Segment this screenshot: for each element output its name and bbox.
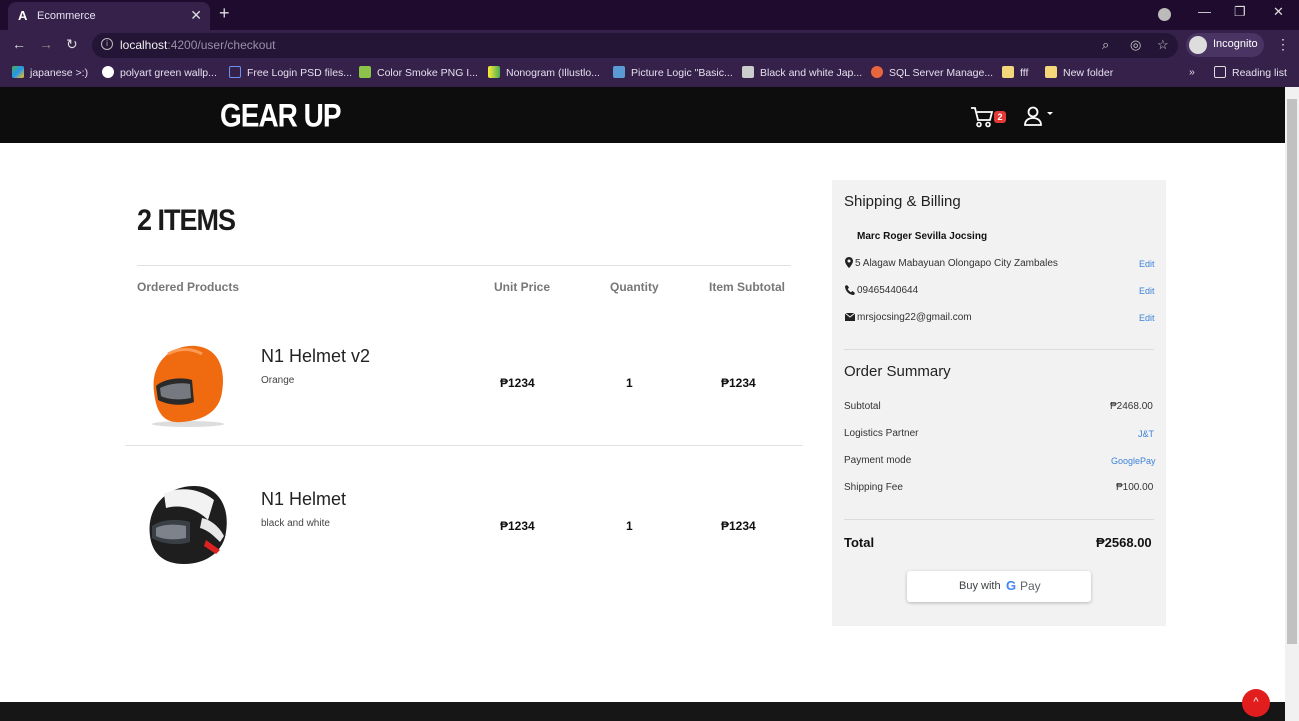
bookmark-item[interactable]: Black and white Jap... [742, 66, 862, 79]
bookmark-star-icon[interactable]: ☆ [1157, 37, 1169, 53]
incognito-label: Incognito [1213, 38, 1258, 50]
window-close-icon[interactable]: ✕ [1273, 4, 1284, 20]
site-header: GEAR UP 2 [0, 87, 1285, 143]
reading-list-button[interactable]: Reading list [1214, 66, 1287, 79]
edit-phone-link[interactable]: Edit [1139, 286, 1155, 296]
order-summary-heading: Order Summary [844, 363, 951, 380]
url-text: localhost:4200/user/checkout [120, 38, 276, 52]
google-g-icon: G [1006, 578, 1017, 593]
subtotal-value: ₱2468.00 [1110, 401, 1153, 412]
item-subtotal: ₱1234 [721, 519, 756, 533]
bookmark-item[interactable]: SQL Server Manage... [871, 66, 993, 79]
total-value: ₱2568.00 [1096, 535, 1152, 550]
unit-price: ₱1234 [500, 519, 535, 533]
product-image-helmet-orange[interactable] [146, 340, 230, 428]
reload-icon[interactable]: ↻ [66, 36, 78, 53]
payment-mode-label: Payment mode [844, 455, 912, 466]
divider [844, 349, 1154, 350]
minimize-icon[interactable]: — [1198, 4, 1211, 19]
shipping-fee-value: ₱100.00 [1116, 482, 1154, 493]
browser-tab[interactable]: A Ecommerce ✕ [8, 2, 210, 30]
cart-item-count-heading: 2 ITEMS [137, 203, 236, 237]
bookmark-item[interactable]: Picture Logic "Basic... [613, 66, 733, 79]
email-address: mrsjocsing22@gmail.com [857, 312, 972, 323]
col-quantity: Quantity [610, 280, 659, 294]
buy-with-google-pay-button[interactable]: Buy with G Pay [907, 571, 1091, 602]
payment-mode-link[interactable]: GooglePay [1111, 456, 1156, 466]
quantity: 1 [626, 376, 633, 390]
user-account-icon[interactable] [1024, 106, 1056, 126]
phone-number: 09465440644 [857, 285, 919, 296]
divider [844, 519, 1154, 520]
row-divider [125, 445, 803, 446]
product-image-helmet-black-white[interactable] [144, 482, 232, 570]
gear-up-logo[interactable]: GEAR UP [220, 98, 342, 135]
shopping-cart-icon[interactable] [970, 106, 994, 128]
bookmark-item[interactable]: Nonogram (Illustlo... [488, 66, 600, 79]
subtotal-label: Subtotal [844, 401, 881, 412]
close-tab-icon[interactable]: ✕ [190, 7, 202, 24]
edit-email-link[interactable]: Edit [1139, 313, 1155, 323]
logistics-label: Logistics Partner [844, 428, 919, 439]
shipping-address: 5 Alagaw Mabayuan Olongapo City Zambales [855, 258, 1058, 269]
zoom-icon[interactable]: ⌕ [1102, 37, 1109, 53]
address-bar[interactable]: i localhost:4200/user/checkout ⌕ ◎ ☆ [92, 33, 1178, 58]
profile-menu-icon[interactable] [1158, 8, 1171, 21]
item-subtotal: ₱1234 [721, 376, 756, 390]
product-variant: Orange [261, 375, 295, 386]
browser-toolbar: ← → ↻ i localhost:4200/user/checkout ⌕ ◎… [0, 30, 1299, 60]
phone-icon [845, 285, 855, 295]
bookmark-folder[interactable]: fff [1002, 66, 1028, 79]
customer-name: Marc Roger Sevilla Jocsing [857, 231, 988, 242]
page-scrollbar[interactable] [1285, 87, 1299, 721]
col-item-subtotal: Item Subtotal [709, 280, 786, 294]
logistics-partner-link[interactable]: J&T [1138, 429, 1154, 439]
incognito-badge[interactable]: Incognito [1186, 33, 1264, 57]
scroll-to-top-button[interactable]: ^ [1242, 689, 1270, 717]
bookmarks-bar: japanese >:) polyart green wallp... Free… [0, 60, 1299, 87]
bookmark-folder[interactable]: New folder [1045, 66, 1113, 79]
site-info-icon[interactable]: i [101, 38, 113, 50]
site-footer [0, 702, 1285, 721]
pay-label: Pay [1020, 579, 1041, 593]
bookmark-item[interactable]: Color Smoke PNG I... [359, 66, 478, 79]
incognito-icon [1189, 36, 1207, 54]
unit-price: ₱1234 [500, 376, 535, 390]
envelope-icon [845, 313, 855, 321]
shipping-billing-heading: Shipping & Billing [844, 193, 961, 210]
edit-address-link[interactable]: Edit [1139, 259, 1155, 269]
product-name[interactable]: N1 Helmet v2 [261, 346, 370, 367]
cart-count-badge: 2 [994, 111, 1006, 123]
bookmark-item[interactable]: japanese >:) [12, 66, 88, 79]
total-label: Total [844, 535, 875, 550]
angular-favicon-icon: A [18, 8, 28, 23]
product-name[interactable]: N1 Helmet [261, 489, 346, 510]
col-ordered-products: Ordered Products [137, 280, 240, 294]
col-unit-price: Unit Price [494, 280, 551, 294]
divider [137, 265, 791, 266]
scrollbar-thumb[interactable] [1287, 99, 1297, 644]
back-icon[interactable]: ← [12, 36, 26, 52]
buy-with-label: Buy with [959, 580, 1001, 592]
bookmark-item[interactable]: Free Login PSD files... [229, 66, 352, 79]
tracking-blocked-icon[interactable]: ◎ [1130, 37, 1141, 53]
new-tab-button[interactable]: + [219, 3, 230, 24]
quantity: 1 [626, 519, 633, 533]
bookmark-item[interactable]: polyart green wallp... [102, 66, 217, 79]
more-bookmarks-icon[interactable]: » [1189, 66, 1195, 78]
browser-tab-strip: A Ecommerce ✕ + — ❐ ✕ [0, 0, 1299, 30]
browser-menu-icon[interactable]: ⋮ [1276, 36, 1290, 53]
product-variant: black and white [261, 518, 330, 529]
forward-icon[interactable]: → [39, 36, 53, 52]
maximize-icon[interactable]: ❐ [1234, 4, 1246, 20]
tab-title: Ecommerce [37, 10, 96, 22]
map-marker-icon [845, 257, 853, 268]
shipping-fee-label: Shipping Fee [844, 482, 903, 493]
